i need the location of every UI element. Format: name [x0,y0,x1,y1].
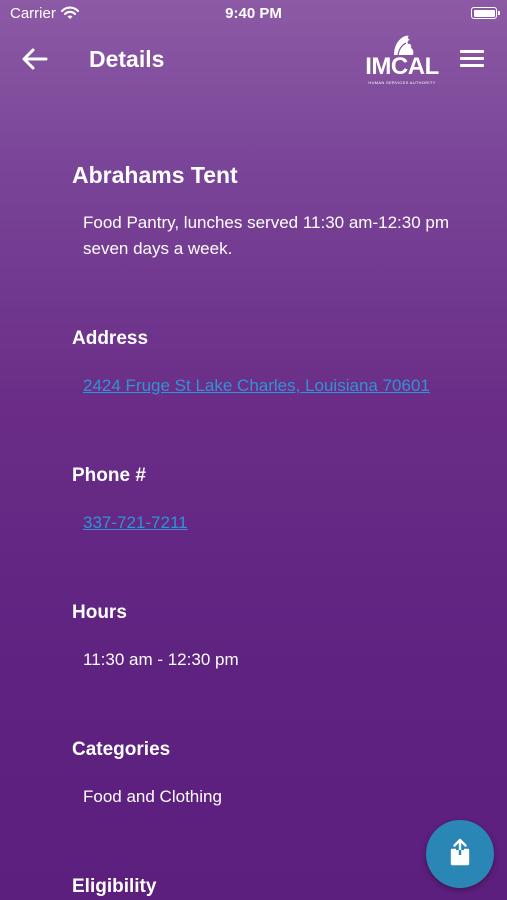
nav-bar: Details IMCAL HUMAN SERVICES AUTHORITY [0,28,507,92]
place-name: Abrahams Tent [72,162,238,188]
menu-line [460,50,484,53]
logo-text: IMCAL [365,53,439,80]
address-link[interactable]: 2424 Fruge St Lake Charles, Louisiana 70… [83,376,430,396]
hours-label: Hours [72,602,127,623]
address-label: Address [72,328,149,349]
logo-subtext: HUMAN SERVICES AUTHORITY [368,80,436,85]
imcal-logo: IMCAL HUMAN SERVICES AUTHORITY [358,34,446,88]
phone-link[interactable]: 337-721-7211 [83,513,188,533]
eligibility-label: Eligibility [72,876,157,897]
phone-label: Phone # [72,465,146,486]
status-bar: Carrier 9:40 PM [0,0,507,28]
menu-line [460,64,484,67]
battery-icon [471,7,500,19]
page-title: Details [89,46,165,72]
share-button[interactable] [426,820,494,888]
status-time: 9:40 PM [225,5,282,22]
back-arrow-icon[interactable] [20,46,50,72]
share-icon [450,838,470,866]
categories-label: Categories [72,739,171,760]
menu-line [460,57,484,60]
categories-value: Food and Clothing [83,787,222,806]
hamburger-menu-icon[interactable] [460,50,484,70]
hours-value: 11:30 am - 12:30 pm [83,650,239,669]
place-description: Food Pantry, lunches served 11:30 am-12:… [83,213,450,258]
